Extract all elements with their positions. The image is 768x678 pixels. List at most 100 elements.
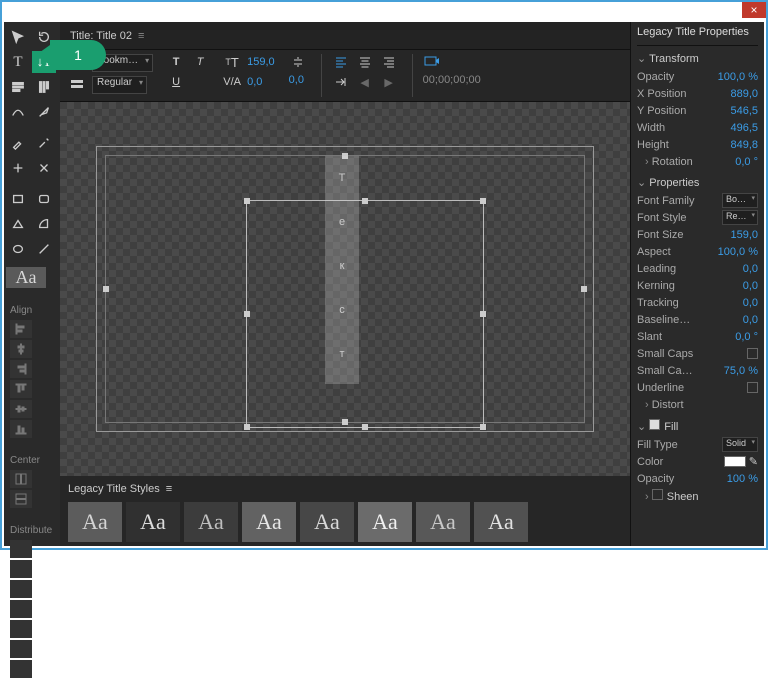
font-style-select-mini[interactable]: Re… — [722, 210, 758, 225]
width-value[interactable]: 496,5 — [730, 122, 758, 134]
line-tool[interactable] — [32, 238, 56, 260]
kerning-value[interactable]: 0,0 — [247, 76, 262, 88]
aspect-value[interactable]: 100,0 % — [718, 246, 758, 258]
height-value[interactable]: 849,8 — [730, 139, 758, 151]
kerning-label: Kerning — [637, 280, 675, 292]
center-vertical[interactable] — [10, 490, 32, 508]
title-tab: Title: Title 02 ≡ — [60, 22, 630, 50]
italic-icon[interactable]: T — [191, 54, 209, 70]
distribute-1[interactable] — [10, 540, 32, 558]
show-video-icon[interactable] — [423, 54, 441, 70]
styles-menu-icon[interactable]: ≡ — [166, 483, 172, 495]
ellipse-tool[interactable] — [6, 238, 30, 260]
rotation-label[interactable]: Rotation — [637, 156, 693, 168]
align-right-icon[interactable] — [380, 54, 398, 70]
align-section-label: Align — [10, 305, 54, 316]
transform-section[interactable]: Transform — [637, 52, 758, 65]
fill-type-select[interactable]: Solid — [722, 437, 758, 452]
eyedropper-tool[interactable] — [6, 132, 30, 154]
style-swatch-4[interactable]: Aa — [300, 502, 354, 542]
fill-section[interactable]: Fill — [637, 419, 758, 433]
align-bottom[interactable] — [10, 420, 32, 438]
vertical-area-type-tool[interactable] — [32, 76, 56, 98]
prev-icon[interactable]: ◀ — [356, 74, 374, 90]
canvas[interactable]: Т е к с т — [60, 102, 630, 476]
small-caps-size-value[interactable]: 75,0 % — [724, 365, 758, 377]
distort-label[interactable]: Distort — [637, 399, 684, 411]
distribute-3[interactable] — [10, 580, 32, 598]
fill-color-swatch[interactable] — [724, 456, 746, 467]
wedge-tool[interactable] — [6, 213, 30, 235]
rounded-rect-tool[interactable] — [32, 188, 56, 210]
leading-value-prop[interactable]: 0,0 — [743, 263, 758, 275]
sheen-label[interactable]: Sheen — [637, 489, 699, 503]
slant-value[interactable]: 0,0 ° — [735, 331, 758, 343]
eyedropper-icon[interactable]: ✎ — [749, 455, 758, 468]
style-swatch-6[interactable]: Aa — [416, 502, 470, 542]
styles-panel-title: Legacy Title Styles — [68, 483, 160, 495]
delete-anchor-tool[interactable] — [32, 157, 56, 179]
path-type-tool[interactable] — [6, 101, 30, 123]
pen-tool[interactable] — [32, 101, 56, 123]
underline-checkbox[interactable] — [747, 382, 758, 393]
distribute-7[interactable] — [10, 660, 32, 678]
tab-icon[interactable] — [332, 74, 350, 90]
baseline-label: Baseline… — [637, 314, 690, 326]
baseline-value[interactable]: 0,0 — [743, 314, 758, 326]
selection-tool[interactable] — [6, 26, 30, 48]
current-style-swatch[interactable]: Aa — [6, 267, 46, 288]
next-icon[interactable]: ▶ — [380, 74, 398, 90]
color-picker-tool[interactable] — [32, 132, 56, 154]
vertical-text[interactable]: Т е к с т — [325, 156, 359, 384]
font-style-select[interactable]: Regular — [92, 76, 147, 94]
ypos-value[interactable]: 546,5 — [730, 105, 758, 117]
font-size-value-prop[interactable]: 159,0 — [730, 229, 758, 241]
style-swatch-7[interactable]: Aa — [474, 502, 528, 542]
close-button[interactable]: × — [742, 2, 766, 18]
align-left-icon[interactable] — [332, 54, 350, 70]
app-inner: T ↓T — [4, 22, 764, 546]
xpos-value[interactable]: 889,0 — [730, 88, 758, 100]
style-swatch-1[interactable]: Aa — [126, 502, 180, 542]
align-right[interactable] — [10, 360, 32, 378]
leading-icon — [289, 54, 307, 70]
tracking-value[interactable]: 0,0 — [743, 297, 758, 309]
font-size-value[interactable]: 159,0 — [247, 56, 275, 68]
distribute-section-label: Distribute — [10, 525, 54, 536]
underline-icon[interactable]: U — [167, 74, 185, 90]
center-horizontal[interactable] — [10, 470, 32, 488]
sheen-checkbox[interactable] — [652, 489, 663, 500]
panel-menu-icon[interactable]: ≡ — [138, 30, 144, 42]
align-left[interactable] — [10, 320, 32, 338]
fill-checkbox[interactable] — [649, 419, 660, 430]
small-caps-checkbox[interactable] — [747, 348, 758, 359]
properties-section[interactable]: Properties — [637, 176, 758, 189]
opacity-value[interactable]: 100,0 % — [718, 71, 758, 83]
align-center-icon[interactable] — [356, 54, 374, 70]
font-family-select-mini[interactable]: Bo… — [722, 193, 758, 208]
area-type-tool[interactable] — [6, 76, 30, 98]
leading-value[interactable]: 0,0 — [289, 74, 304, 86]
style-swatch-5[interactable]: Aa — [358, 502, 412, 542]
options-bar: Bookm… Regular T T U — [60, 50, 630, 102]
fill-opacity-value[interactable]: 100 % — [727, 473, 758, 485]
distribute-5[interactable] — [10, 620, 32, 638]
rectangle-tool[interactable] — [6, 188, 30, 210]
distribute-4[interactable] — [10, 600, 32, 618]
align-vcenter[interactable] — [10, 400, 32, 418]
distribute-2[interactable] — [10, 560, 32, 578]
align-top[interactable] — [10, 380, 32, 398]
rotation-value[interactable]: 0,0 ° — [735, 156, 758, 168]
bold-icon[interactable]: T — [167, 54, 185, 70]
distribute-6[interactable] — [10, 640, 32, 658]
align-hcenter[interactable] — [10, 340, 32, 358]
style-swatch-2[interactable]: Aa — [184, 502, 238, 542]
style-swatch-0[interactable]: Aa — [68, 502, 122, 542]
kerning-value-prop[interactable]: 0,0 — [743, 280, 758, 292]
add-anchor-tool[interactable] — [6, 157, 30, 179]
type-tool[interactable]: T — [6, 51, 30, 73]
arc-tool[interactable] — [32, 213, 56, 235]
roll-crawl-icon[interactable] — [68, 77, 86, 93]
style-swatch-3[interactable]: Aa — [242, 502, 296, 542]
text-bounding-box[interactable] — [246, 200, 484, 428]
